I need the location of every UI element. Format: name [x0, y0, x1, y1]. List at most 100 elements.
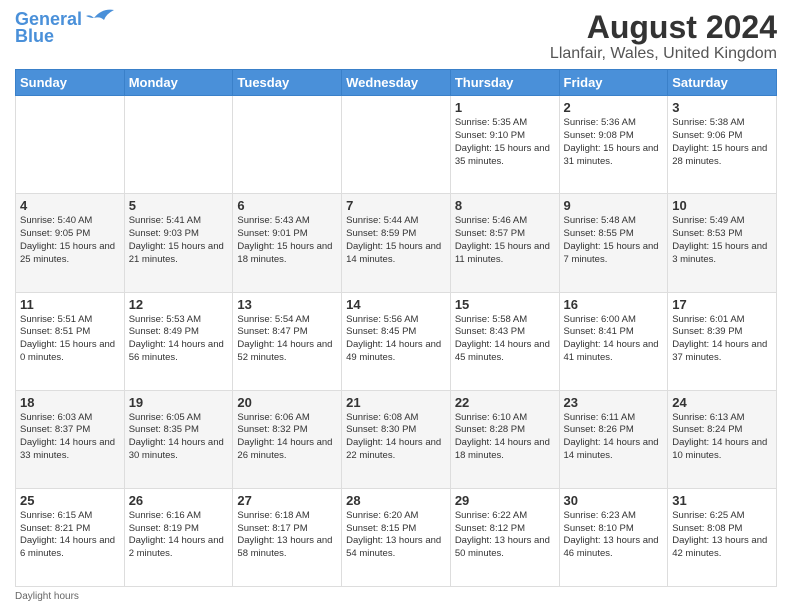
- day-number: 27: [237, 493, 337, 508]
- calendar-cell: 16 Sunrise: 6:00 AM Sunset: 8:41 PM Dayli…: [559, 292, 668, 390]
- day-number: 8: [455, 198, 555, 213]
- day-number: 13: [237, 297, 337, 312]
- day-info: Sunrise: 5:36 AM Sunset: 9:08 PM Dayligh…: [564, 117, 664, 168]
- calendar-cell: 12Sunrise: 5:53 AM Sunset: 8:49 PM Dayli…: [124, 292, 233, 390]
- footer: Daylight hours: [15, 591, 777, 602]
- day-info: Sunrise: 6:00 AM Sunset: 8:41 PM Dayligh…: [564, 314, 664, 365]
- weekday-header: Tuesday: [233, 70, 342, 96]
- calendar-cell: [16, 96, 125, 194]
- calendar-cell: 28Sunrise: 6:20 AM Sunset: 8:15 PM Dayli…: [342, 488, 451, 586]
- calendar-cell: 1 Sunrise: 5:35 AM Sunset: 9:10 PM Daylig…: [450, 96, 559, 194]
- day-info: Sunrise: 6:15 AM Sunset: 8:21 PM Dayligh…: [20, 510, 120, 561]
- day-info: Sunrise: 6:10 AM Sunset: 8:28 PM Dayligh…: [455, 412, 555, 463]
- day-info: Sunrise: 5:54 AM Sunset: 8:47 PM Dayligh…: [237, 314, 337, 365]
- day-info: Sunrise: 6:23 AM Sunset: 8:10 PM Dayligh…: [564, 510, 664, 561]
- calendar-cell: 27 Sunrise: 6:18 AM Sunset: 8:17 PM Dayli…: [233, 488, 342, 586]
- day-number: 30: [564, 493, 664, 508]
- calendar-cell: 18 Sunrise: 6:03 AM Sunset: 8:37 PM Dayli…: [16, 390, 125, 488]
- calendar-cell: 21 Sunrise: 6:08 AM Sunset: 8:30 PM Dayli…: [342, 390, 451, 488]
- day-info: Sunrise: 6:06 AM Sunset: 8:32 PM Dayligh…: [237, 412, 337, 463]
- weekday-header: Friday: [559, 70, 668, 96]
- calendar-cell: 4 Sunrise: 5:40 AM Sunset: 9:05 PM Daylig…: [16, 194, 125, 292]
- day-info: Sunrise: 6:18 AM Sunset: 8:17 PM Dayligh…: [237, 510, 337, 561]
- logo: General Blue: [15, 10, 116, 47]
- weekday-header: Saturday: [668, 70, 777, 96]
- day-number: 24: [672, 395, 772, 410]
- calendar-cell: 2 Sunrise: 5:36 AM Sunset: 9:08 PM Daylig…: [559, 96, 668, 194]
- weekday-header: Thursday: [450, 70, 559, 96]
- day-number: 1: [455, 100, 555, 115]
- weekday-header-row: SundayMondayTuesdayWednesdayThursdayFrid…: [16, 70, 777, 96]
- weekday-header: Wednesday: [342, 70, 451, 96]
- day-info: Sunrise: 6:13 AM Sunset: 8:24 PM Dayligh…: [672, 412, 772, 463]
- day-info: Sunrise: 6:08 AM Sunset: 8:30 PM Dayligh…: [346, 412, 446, 463]
- calendar-cell: 6 Sunrise: 5:43 AM Sunset: 9:01 PM Daylig…: [233, 194, 342, 292]
- day-info: Sunrise: 5:51 AM Sunset: 8:51 PM Dayligh…: [20, 314, 120, 365]
- day-number: 31: [672, 493, 772, 508]
- calendar-cell: 22 Sunrise: 6:10 AM Sunset: 8:28 PM Dayli…: [450, 390, 559, 488]
- day-info: Sunrise: 5:49 AM Sunset: 8:53 PM Dayligh…: [672, 215, 772, 266]
- calendar-cell: 24 Sunrise: 6:13 AM Sunset: 8:24 PM Dayli…: [668, 390, 777, 488]
- day-info: Sunrise: 5:40 AM Sunset: 9:05 PM Dayligh…: [20, 215, 120, 266]
- day-number: 9: [564, 198, 664, 213]
- day-info: Sunrise: 5:56 AM Sunset: 8:45 PM Dayligh…: [346, 314, 446, 365]
- day-info: Sunrise: 6:16 AM Sunset: 8:19 PM Dayligh…: [129, 510, 229, 561]
- day-info: Sunrise: 6:25 AM Sunset: 8:08 PM Dayligh…: [672, 510, 772, 561]
- calendar-cell: 7 Sunrise: 5:44 AM Sunset: 8:59 PM Daylig…: [342, 194, 451, 292]
- calendar-cell: 30 Sunrise: 6:23 AM Sunset: 8:10 PM Dayli…: [559, 488, 668, 586]
- calendar-cell: [233, 96, 342, 194]
- logo-bird-icon: [84, 6, 116, 28]
- calendar-table: SundayMondayTuesdayWednesdayThursdayFrid…: [15, 69, 777, 587]
- weekday-header: Sunday: [16, 70, 125, 96]
- day-number: 25: [20, 493, 120, 508]
- day-info: Sunrise: 5:35 AM Sunset: 9:10 PM Dayligh…: [455, 117, 555, 168]
- calendar-cell: 25 Sunrise: 6:15 AM Sunset: 8:21 PM Dayli…: [16, 488, 125, 586]
- calendar-week-row: 18 Sunrise: 6:03 AM Sunset: 8:37 PM Dayli…: [16, 390, 777, 488]
- title-block: August 2024 Llanfair, Wales, United King…: [550, 10, 777, 63]
- day-number: 7: [346, 198, 446, 213]
- day-number: 22: [455, 395, 555, 410]
- day-number: 28: [346, 493, 446, 508]
- header: General Blue August 2024 Llanfair, Wales…: [15, 10, 777, 63]
- day-number: 15: [455, 297, 555, 312]
- calendar-cell: 31 Sunrise: 6:25 AM Sunset: 8:08 PM Dayli…: [668, 488, 777, 586]
- calendar-title: August 2024: [550, 10, 777, 45]
- day-info: Sunrise: 6:05 AM Sunset: 8:35 PM Dayligh…: [129, 412, 229, 463]
- day-number: 21: [346, 395, 446, 410]
- day-info: Sunrise: 5:38 AM Sunset: 9:06 PM Dayligh…: [672, 117, 772, 168]
- calendar-cell: [124, 96, 233, 194]
- page: General Blue August 2024 Llanfair, Wales…: [0, 0, 792, 612]
- day-number: 16: [564, 297, 664, 312]
- day-info: Sunrise: 6:22 AM Sunset: 8:12 PM Dayligh…: [455, 510, 555, 561]
- calendar-cell: 15Sunrise: 5:58 AM Sunset: 8:43 PM Dayli…: [450, 292, 559, 390]
- calendar-cell: 3Sunrise: 5:38 AM Sunset: 9:06 PM Daylig…: [668, 96, 777, 194]
- calendar-cell: 9 Sunrise: 5:48 AM Sunset: 8:55 PM Daylig…: [559, 194, 668, 292]
- day-number: 17: [672, 297, 772, 312]
- day-info: Sunrise: 5:43 AM Sunset: 9:01 PM Dayligh…: [237, 215, 337, 266]
- day-number: 4: [20, 198, 120, 213]
- calendar-cell: 20Sunrise: 6:06 AM Sunset: 8:32 PM Dayli…: [233, 390, 342, 488]
- calendar-week-row: 25 Sunrise: 6:15 AM Sunset: 8:21 PM Dayli…: [16, 488, 777, 586]
- calendar-week-row: 4 Sunrise: 5:40 AM Sunset: 9:05 PM Daylig…: [16, 194, 777, 292]
- calendar-cell: 26Sunrise: 6:16 AM Sunset: 8:19 PM Dayli…: [124, 488, 233, 586]
- calendar-cell: 11Sunrise: 5:51 AM Sunset: 8:51 PM Dayli…: [16, 292, 125, 390]
- day-number: 29: [455, 493, 555, 508]
- calendar-cell: [342, 96, 451, 194]
- day-number: 2: [564, 100, 664, 115]
- calendar-subtitle: Llanfair, Wales, United Kingdom: [550, 45, 777, 63]
- calendar-cell: 14Sunrise: 5:56 AM Sunset: 8:45 PM Dayli…: [342, 292, 451, 390]
- calendar-cell: 13 Sunrise: 5:54 AM Sunset: 8:47 PM Dayli…: [233, 292, 342, 390]
- day-number: 12: [129, 297, 229, 312]
- day-number: 6: [237, 198, 337, 213]
- logo-blue: Blue: [15, 26, 54, 47]
- calendar-week-row: 1 Sunrise: 5:35 AM Sunset: 9:10 PM Daylig…: [16, 96, 777, 194]
- day-number: 18: [20, 395, 120, 410]
- day-number: 5: [129, 198, 229, 213]
- calendar-cell: 19 Sunrise: 6:05 AM Sunset: 8:35 PM Dayli…: [124, 390, 233, 488]
- calendar-cell: 5 Sunrise: 5:41 AM Sunset: 9:03 PM Daylig…: [124, 194, 233, 292]
- day-info: Sunrise: 5:41 AM Sunset: 9:03 PM Dayligh…: [129, 215, 229, 266]
- day-number: 19: [129, 395, 229, 410]
- day-info: Sunrise: 6:03 AM Sunset: 8:37 PM Dayligh…: [20, 412, 120, 463]
- day-info: Sunrise: 5:44 AM Sunset: 8:59 PM Dayligh…: [346, 215, 446, 266]
- day-info: Sunrise: 5:48 AM Sunset: 8:55 PM Dayligh…: [564, 215, 664, 266]
